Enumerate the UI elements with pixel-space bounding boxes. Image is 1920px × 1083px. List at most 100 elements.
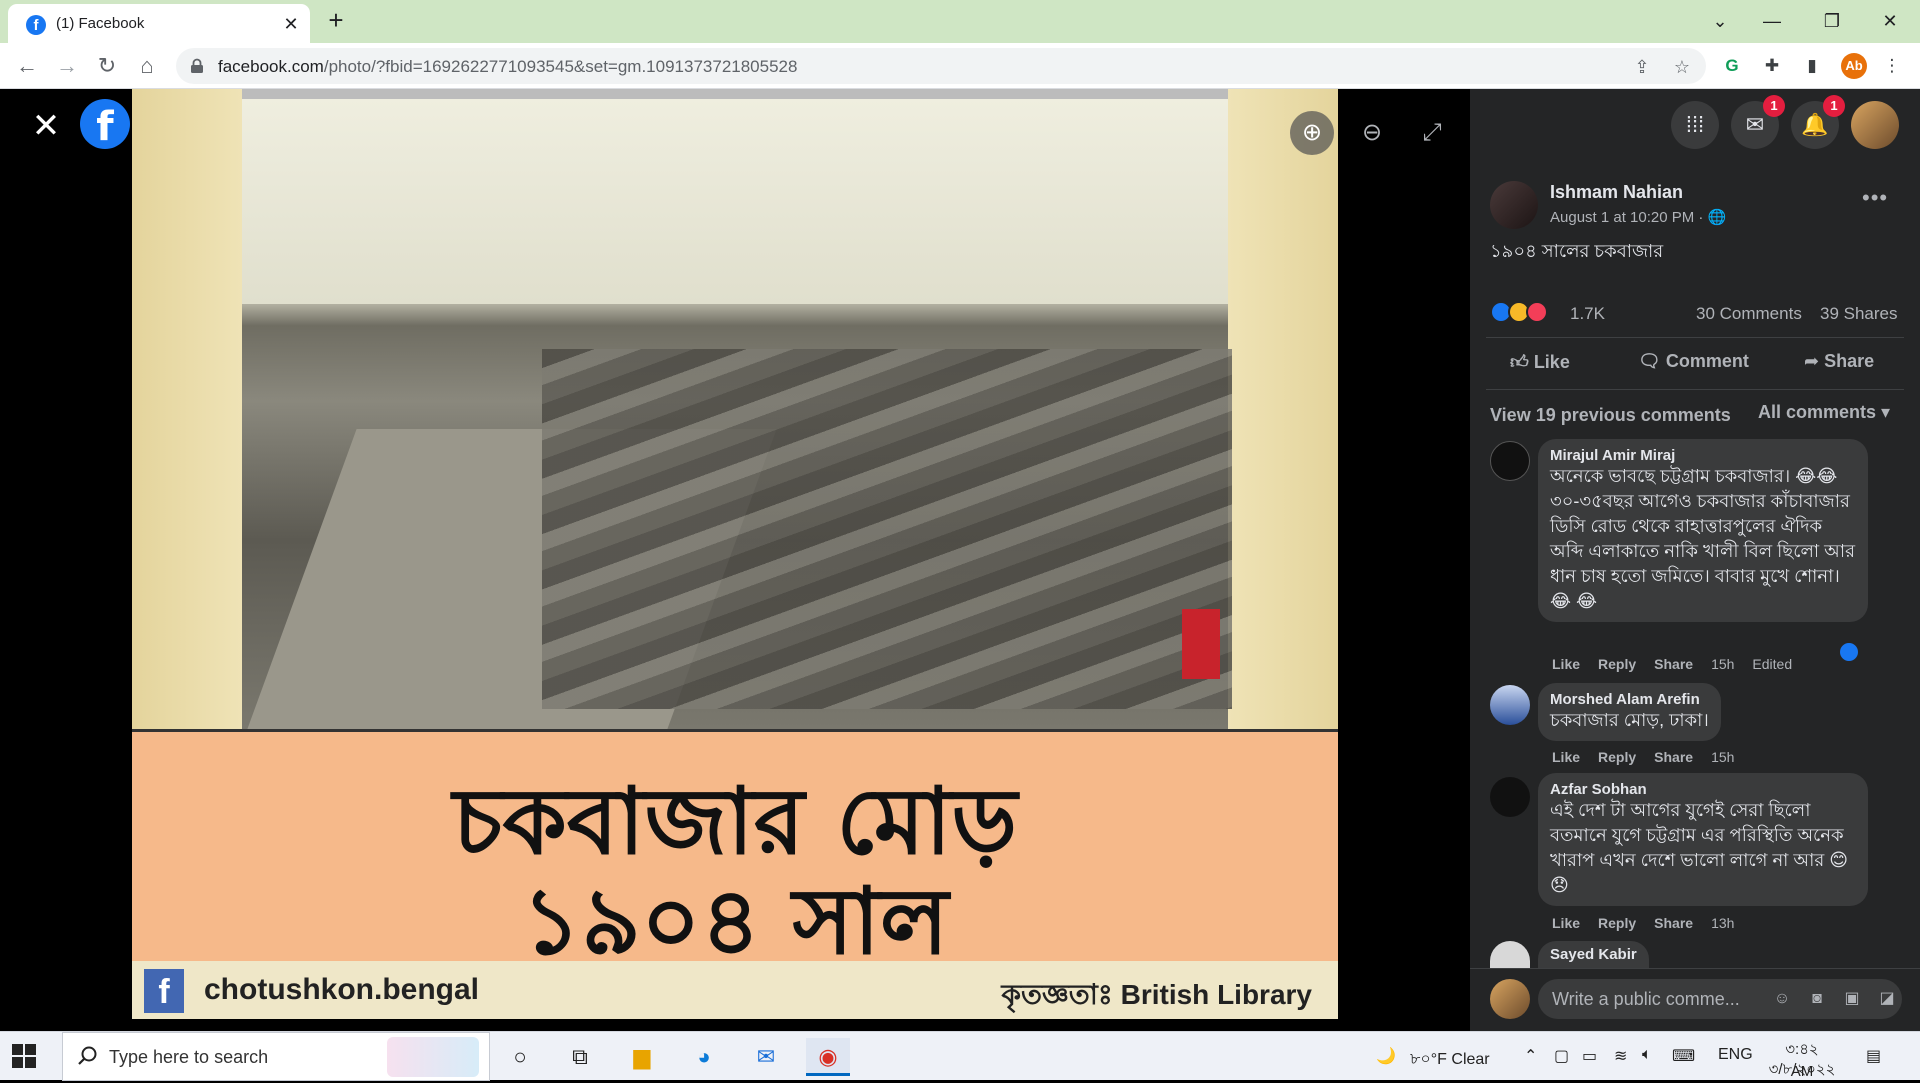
zoom-out-icon[interactable]: ⊖ bbox=[1350, 111, 1394, 155]
commenter-avatar[interactable] bbox=[1490, 685, 1530, 725]
language-indicator[interactable]: ENG bbox=[1718, 1046, 1753, 1064]
comment-time[interactable]: 15h bbox=[1711, 749, 1734, 765]
globe-icon: 🌐 bbox=[1707, 209, 1727, 226]
comment-filter-label: All comments bbox=[1758, 402, 1877, 422]
battery-icon[interactable]: ▭ bbox=[1582, 1046, 1597, 1066]
comment-share-link[interactable]: Share bbox=[1654, 749, 1693, 765]
tab-search-chevron-down-icon[interactable]: ⌄ bbox=[1700, 6, 1740, 36]
gif-icon[interactable]: ▣ bbox=[1840, 987, 1864, 1011]
show-hidden-icons-chevron-icon[interactable]: ⌃ bbox=[1524, 1046, 1537, 1066]
browser-profile-avatar[interactable]: Ab bbox=[1841, 53, 1867, 79]
comment-time[interactable]: 13h bbox=[1711, 915, 1734, 931]
edge-browser-icon[interactable]: ◕ bbox=[682, 1038, 726, 1076]
commenter-name[interactable]: Azfar Sobhan bbox=[1550, 781, 1856, 798]
chrome-taskbar-icon[interactable]: ◉ bbox=[806, 1038, 850, 1076]
share-button[interactable]: ➦ Share bbox=[1804, 351, 1874, 381]
post-timestamp[interactable]: August 1 at 10:20 PM · 🌐 bbox=[1550, 208, 1726, 226]
messenger-icon[interactable]: ✉ 1 bbox=[1731, 95, 1785, 149]
mail-icon[interactable]: ✉ bbox=[744, 1038, 788, 1076]
like-button[interactable]: 👍︎ Like bbox=[1510, 351, 1570, 381]
grammarly-extension-icon[interactable]: G bbox=[1720, 54, 1744, 78]
photo-caption-banner: চকবাজার মোড় ১৯০৪ সাল bbox=[132, 729, 1338, 975]
library-stamp bbox=[1182, 609, 1220, 679]
wifi-icon[interactable]: ≋ bbox=[1614, 1046, 1627, 1066]
comment-edited-label: Edited bbox=[1752, 656, 1793, 672]
address-bar[interactable]: facebook.com/photo/?fbid=169262277109354… bbox=[176, 48, 1706, 84]
browser-tab[interactable]: f (1) Facebook ✕ bbox=[8, 4, 310, 43]
fullscreen-icon[interactable]: ⤢ bbox=[1410, 111, 1454, 155]
side-panel-icon[interactable]: ▮ bbox=[1800, 54, 1824, 78]
share-count[interactable]: 39 Shares bbox=[1820, 304, 1898, 324]
commenter-avatar[interactable] bbox=[1490, 941, 1530, 968]
account-avatar[interactable] bbox=[1851, 101, 1899, 149]
volume-icon[interactable]: 🔈︎ bbox=[1642, 1046, 1652, 1064]
comment-reply-link[interactable]: Reply bbox=[1598, 749, 1636, 765]
task-view-icon[interactable]: ⧉ bbox=[558, 1038, 602, 1076]
comment-actions: Like Reply Share 15h Edited bbox=[1552, 656, 1810, 672]
comment-bubble: Azfar Sobhan এই দেশ টা আগের যুগেই সেরা ছ… bbox=[1538, 773, 1868, 906]
search-highlight-image bbox=[387, 1037, 479, 1077]
emoji-icon[interactable]: ☺ bbox=[1770, 987, 1794, 1011]
comment-button[interactable]: 🗨︎ Comment bbox=[1638, 351, 1749, 381]
my-avatar[interactable] bbox=[1490, 979, 1530, 1019]
new-tab-button[interactable]: + bbox=[322, 7, 350, 35]
post-text: ১৯০৪ সালের চকবাজার bbox=[1490, 241, 1664, 261]
facebook-logo-icon[interactable]: f bbox=[80, 99, 130, 150]
home-icon[interactable]: ⌂ bbox=[132, 51, 162, 81]
forward-arrow-icon[interactable]: → bbox=[52, 51, 82, 81]
commenter-name[interactable]: Mirajul Amir Miraj bbox=[1550, 447, 1856, 464]
close-viewer-icon[interactable]: ✕ bbox=[30, 109, 62, 143]
comment-like-link[interactable]: Like bbox=[1552, 656, 1580, 672]
menu-grid-icon[interactable]: ⁞⁞⁞ bbox=[1671, 101, 1719, 149]
url-text: facebook.com/photo/?fbid=169262277109354… bbox=[218, 57, 797, 77]
comment-filter-dropdown[interactable]: All comments ▾ bbox=[1758, 402, 1890, 423]
minimize-button[interactable]: — bbox=[1752, 6, 1792, 36]
reaction-count[interactable]: 1.7K bbox=[1570, 304, 1605, 324]
post-author-name[interactable]: Ishmam Nahian bbox=[1550, 182, 1683, 203]
thumbs-up-icon: 👍︎ bbox=[1510, 352, 1534, 372]
comment-like-reaction-icon[interactable] bbox=[1838, 641, 1860, 663]
zoom-in-icon[interactable]: ⊕ bbox=[1290, 111, 1334, 155]
photo-footer: f chotushkon.bengal কৃতজ্ঞতাঃ British Li… bbox=[132, 961, 1338, 1019]
cortana-circle-icon[interactable]: ○ bbox=[498, 1038, 542, 1076]
comment-reply-link[interactable]: Reply bbox=[1598, 656, 1636, 672]
maximize-button[interactable]: ❐ bbox=[1812, 6, 1852, 36]
commenter-avatar[interactable] bbox=[1490, 441, 1530, 481]
share-page-icon[interactable]: ⇪ bbox=[1631, 56, 1653, 78]
post-more-options-icon[interactable]: ••• bbox=[1862, 185, 1888, 211]
camera-icon[interactable]: ◙ bbox=[1805, 987, 1829, 1011]
comment-share-link[interactable]: Share bbox=[1654, 656, 1693, 672]
back-arrow-icon[interactable]: ← bbox=[12, 51, 42, 81]
sticker-icon[interactable]: ◪ bbox=[1875, 987, 1899, 1011]
commenter-name[interactable]: Morshed Alam Arefin bbox=[1550, 691, 1709, 708]
windows-start-icon[interactable] bbox=[12, 1044, 38, 1070]
commenter-avatar[interactable] bbox=[1490, 777, 1530, 817]
browser-menu-kebab-icon[interactable]: ⋮ bbox=[1880, 54, 1904, 78]
lock-icon[interactable] bbox=[190, 58, 204, 74]
window-close-button[interactable]: ✕ bbox=[1870, 6, 1910, 36]
comment-like-link[interactable]: Like bbox=[1552, 915, 1580, 931]
comment-count[interactable]: 30 Comments bbox=[1696, 304, 1802, 324]
weather-text[interactable]: ৮০°F Clear bbox=[1410, 1046, 1490, 1073]
reload-icon[interactable]: ↻ bbox=[92, 51, 122, 81]
search-icon bbox=[77, 1045, 99, 1067]
comment-bubble-icon: 🗨︎ bbox=[1638, 351, 1666, 371]
extensions-puzzle-icon[interactable]: ✚ bbox=[1760, 54, 1784, 78]
file-explorer-icon[interactable]: ▆ bbox=[620, 1038, 664, 1076]
author-avatar[interactable] bbox=[1490, 181, 1538, 229]
tray-app-icon[interactable]: ▢ bbox=[1554, 1046, 1569, 1066]
notifications-bell-icon[interactable]: 🔔 1 bbox=[1791, 95, 1845, 149]
keyboard-icon[interactable]: ⌨ bbox=[1672, 1046, 1695, 1066]
view-previous-comments-link[interactable]: View 19 previous comments bbox=[1490, 405, 1731, 426]
weather-moon-icon[interactable]: 🌙 bbox=[1376, 1046, 1396, 1066]
comment-share-link[interactable]: Share bbox=[1654, 915, 1693, 931]
bookmark-star-icon[interactable]: ☆ bbox=[1671, 56, 1693, 78]
comment-like-link[interactable]: Like bbox=[1552, 749, 1580, 765]
tab-close-icon[interactable]: ✕ bbox=[280, 13, 302, 35]
commenter-name[interactable]: Sayed Kabir bbox=[1550, 946, 1637, 963]
notification-center-icon[interactable]: ▤ bbox=[1866, 1046, 1881, 1066]
clock-date[interactable]: ৩/৮/২০২২ bbox=[1764, 1058, 1840, 1083]
comment-reply-link[interactable]: Reply bbox=[1598, 915, 1636, 931]
taskbar-search[interactable]: Type here to search bbox=[62, 1032, 490, 1081]
comment-time[interactable]: 15h bbox=[1711, 656, 1734, 672]
